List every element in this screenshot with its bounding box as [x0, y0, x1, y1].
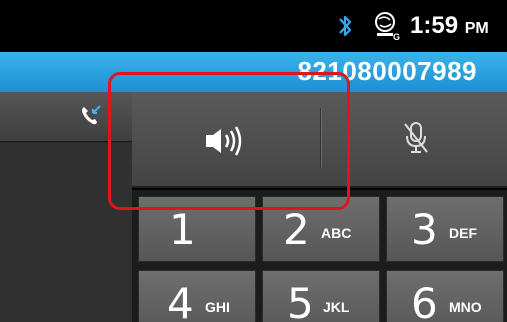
status-clock: 1:59 PM — [410, 12, 489, 40]
clock-ampm: PM — [464, 20, 489, 37]
highlight-annotation — [108, 72, 350, 210]
key-letters: JKL — [323, 299, 350, 315]
key-3[interactable]: 3 DEF — [386, 196, 504, 262]
key-letters: GHI — [205, 299, 230, 315]
key-4[interactable]: 4 GHI — [138, 270, 256, 322]
key-letters: DEF — [449, 225, 477, 241]
key-5[interactable]: 5 JKL — [262, 270, 380, 322]
status-bar: G 1:59 PM — [0, 0, 507, 52]
key-digit: 5 — [287, 279, 314, 322]
key-digit: 6 — [411, 279, 438, 322]
key-letters: MNO — [449, 299, 482, 315]
key-digit: 2 — [283, 205, 310, 254]
key-digit: 1 — [169, 205, 196, 254]
clock-time: 1:59 — [410, 12, 459, 39]
svg-text:G: G — [393, 32, 400, 41]
key-6[interactable]: 6 MNO — [386, 270, 504, 322]
key-digit: 4 — [167, 279, 194, 322]
call-transfer-icon — [82, 105, 101, 125]
bluetooth-icon — [339, 15, 352, 37]
mute-icon — [404, 122, 428, 153]
key-letters: ABC — [321, 225, 352, 241]
sync-icon: G — [375, 12, 400, 41]
key-digit: 3 — [411, 205, 438, 254]
